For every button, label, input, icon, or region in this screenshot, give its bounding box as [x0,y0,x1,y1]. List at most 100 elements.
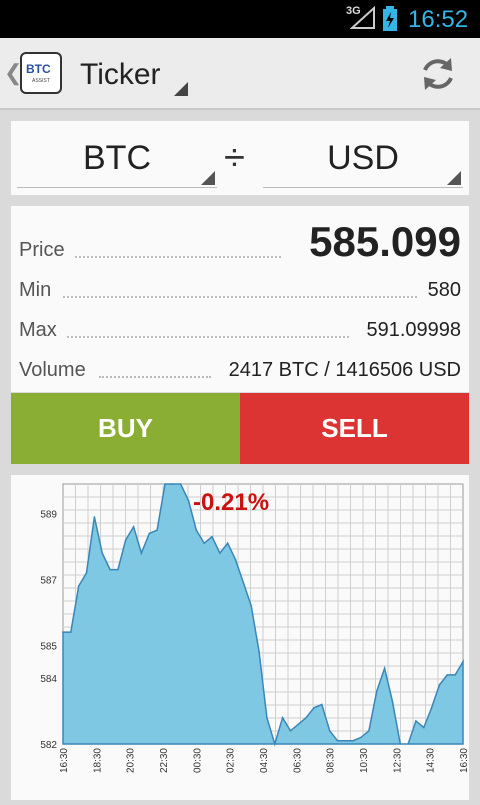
divide-symbol: ÷ [224,137,245,179]
dotted-leader [63,296,417,298]
data-point [179,483,182,485]
x-tick-label: 18:30 [92,748,103,773]
x-tick-label: 16:30 [459,748,469,773]
data-point [148,532,151,535]
data-point [219,552,221,554]
x-tick-label: 14:30 [426,748,437,773]
data-point [273,743,276,745]
logo-subtext: ASSIST [32,78,50,84]
data-point [446,674,449,676]
x-tick-label: 22:30 [159,748,170,773]
price-label: Price [19,239,65,261]
data-point [399,743,402,745]
data-point [234,558,237,561]
data-point [62,631,64,633]
data-point [164,483,166,485]
battery-icon [383,6,397,31]
data-point [85,572,88,574]
data-point [258,651,260,653]
x-tick-label: 06:30 [292,748,303,773]
data-point [344,739,347,742]
data-point [101,552,104,554]
data-point [438,683,441,686]
data-point [328,730,331,732]
data-point [375,690,378,693]
clock: 16:52 [408,6,469,33]
data-point [77,585,80,587]
y-tick-label: 584 [40,674,57,685]
currency-pair-selector: BTC ÷ USD [11,121,469,195]
data-point [336,739,339,742]
x-tick-label: 10:30 [359,748,370,773]
quote-currency-spinner[interactable]: USD [263,135,463,188]
y-tick-label: 585 [40,641,57,652]
data-point [383,667,386,670]
data-point [203,542,205,545]
action-bar: ❮ BTC ASSIST Ticker [0,38,480,110]
data-point [109,568,111,571]
buy-button[interactable]: BUY [11,393,240,464]
x-tick-label: 20:30 [126,748,137,773]
data-point [368,730,370,732]
y-tick-label: 582 [40,740,57,751]
data-point [117,568,119,571]
signal-icon [350,6,375,29]
volume-value: 2417 BTC / 1416506 USD [228,359,461,381]
price-value: 585.099 [309,218,461,265]
data-point [297,723,300,726]
x-tick-label: 16:30 [59,748,70,773]
data-point [305,716,307,719]
price-chart: 582 584 585 587 589 16:30 18:30 20:30 22:30 00:30… [11,475,470,800]
data-point [242,581,245,584]
data-point [360,736,362,739]
data-point [422,726,425,729]
volume-row: Volume 2417 BTC / 1416506 USD [19,346,461,386]
max-row: Max 591.09998 [19,306,461,346]
x-tick-label: 04:30 [259,748,270,773]
data-point [93,516,96,518]
min-row: Min 580 [19,266,461,306]
y-tick-label: 587 [40,575,57,586]
price-row: Price 585.099 [19,216,461,266]
data-point [321,703,323,706]
dropdown-triangle-icon [447,171,461,185]
data-point [250,604,253,607]
x-tick-label: 08:30 [326,748,337,773]
data-point [313,706,315,709]
data-point [187,499,190,502]
ticker-info-panel: Price 585.099 Min 580 Max 591.09998 Volu… [11,206,469,392]
min-value: 580 [427,279,461,301]
logo-text: BTC [26,62,51,76]
base-currency-value: BTC [83,139,151,177]
sell-button[interactable]: SELL [240,393,469,464]
data-point [391,700,394,703]
data-point [132,525,135,528]
status-bar: 3G 16:52 [0,0,480,38]
screen-title[interactable]: Ticker [80,58,161,92]
data-point [289,730,292,732]
price-chart-svg: 582 584 585 587 589 16:30 18:30 20:30 22:30 00:30… [40,483,470,773]
data-point [195,529,198,531]
data-point [172,483,174,485]
x-tick-label: 12:30 [392,748,403,773]
max-value: 591.09998 [366,319,461,341]
max-label: Max [19,319,57,341]
min-label: Min [19,279,52,301]
data-point [226,542,229,545]
base-currency-spinner[interactable]: BTC [17,135,217,188]
dropdown-triangle-icon [201,171,215,185]
data-point [352,739,354,742]
change-percent-label: -0.21% [193,489,269,516]
data-point [430,706,433,709]
data-point [281,716,284,719]
quote-currency-value: USD [327,139,399,177]
data-point [454,674,456,676]
data-point [415,720,417,722]
x-tick-label: 02:30 [226,748,237,773]
data-point [140,552,143,554]
refresh-icon[interactable] [418,54,458,94]
dropdown-triangle-icon[interactable] [174,82,188,96]
dotted-leader [99,376,211,378]
y-tick-label: 589 [40,510,57,521]
app-logo[interactable]: BTC ASSIST [20,52,62,94]
